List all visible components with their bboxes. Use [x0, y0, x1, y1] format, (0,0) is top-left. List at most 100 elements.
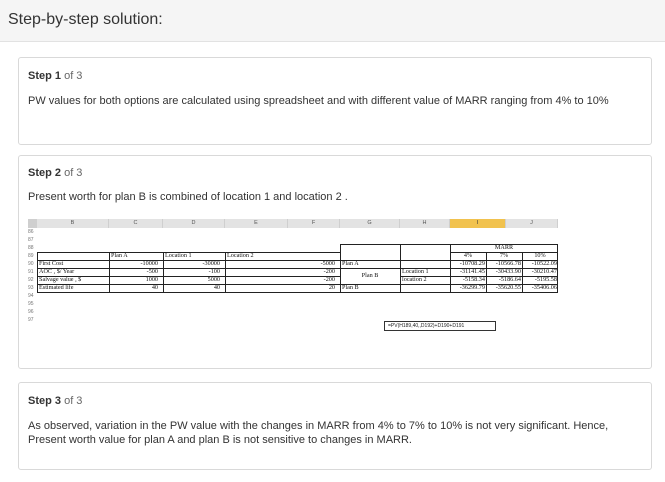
grid-line	[37, 268, 340, 269]
value-cell: -200	[323, 276, 335, 283]
step-count: of 3	[64, 395, 83, 407]
value-cell: -5000	[320, 260, 335, 267]
column-header: G	[340, 219, 400, 228]
value-cell: -30433.90	[495, 268, 521, 275]
column-header: F	[288, 219, 340, 228]
row-label: Location 1	[402, 268, 429, 275]
row-header: 92	[28, 277, 34, 283]
value-cell: -10000	[140, 260, 158, 267]
step-text: As observed, variation in the PW value w…	[28, 420, 609, 446]
step-title: Step 3 of 3	[28, 395, 82, 407]
grid-line	[486, 252, 487, 292]
column-header: H	[400, 219, 450, 228]
value-cell: -31141.45	[459, 268, 485, 275]
column-header: I	[450, 219, 506, 228]
step-text: PW values for both options are calculate…	[28, 95, 609, 107]
grid-line	[109, 252, 110, 292]
value-cell: -30210.47	[531, 268, 557, 275]
step-count: of 3	[64, 167, 83, 179]
row-label: Salvage value , $	[39, 276, 82, 283]
value-cell: -500	[146, 268, 158, 275]
value-cell: -10566.78	[495, 260, 521, 267]
row-label: First Cost	[39, 260, 64, 267]
grid-line	[400, 276, 558, 277]
value-cell: -5186.64	[498, 276, 521, 283]
row-label: Estimated life	[39, 284, 74, 291]
row-label: Plan B	[342, 284, 359, 291]
column-header: D	[163, 219, 225, 228]
grid-line	[37, 284, 340, 285]
value-cell: -35406.06	[531, 284, 557, 291]
grid-line	[340, 292, 558, 293]
value-cell: -5158.34	[462, 276, 485, 283]
grid-line	[340, 260, 558, 261]
step-text: Present worth for plan B is combined of …	[28, 191, 348, 203]
rate-header: 7%	[499, 252, 509, 259]
column-header: J	[506, 219, 558, 228]
step-card-1: Step 1 of 3 PW values for both options a…	[18, 57, 652, 145]
grid-line	[37, 260, 340, 261]
value-cell: -200	[323, 268, 335, 275]
page-title: Step-by-step solution:	[8, 11, 163, 28]
row-header: 90	[28, 261, 34, 267]
column-header: C	[109, 219, 163, 228]
column-header: B	[37, 219, 109, 228]
marr-label: MARR	[494, 244, 514, 251]
row-label: Plan B	[361, 272, 379, 279]
grid-line	[340, 268, 558, 269]
grid-line	[340, 284, 558, 285]
row-header: 97	[28, 317, 34, 323]
value-cell: -35620.55	[495, 284, 521, 291]
value-cell: 20	[328, 284, 335, 291]
table-header-cell: Plan A	[111, 252, 128, 259]
value-cell: 5000	[207, 276, 220, 283]
step-title: Step 2 of 3	[28, 167, 82, 179]
rate-header: 4%	[463, 252, 473, 259]
row-header: 87	[28, 237, 34, 243]
grid-line	[37, 252, 38, 292]
row-label: Plan A	[342, 260, 359, 267]
grid-line	[37, 292, 340, 293]
rate-header: 10%	[534, 252, 546, 259]
row-header: 86	[28, 229, 34, 235]
spreadsheet-image: B C D E F G H I J 86 87 88 89 90 91 92 93 94 95 96 97 Plan A L…	[28, 219, 558, 342]
step-title: Step 1 of 3	[28, 70, 82, 82]
row-header: 95	[28, 301, 34, 307]
grid-line	[340, 244, 558, 245]
value-cell: -5195.58	[534, 276, 557, 283]
value-cell: -100	[208, 268, 220, 275]
solution-header: Step-by-step solution:	[0, 0, 665, 42]
row-header: 94	[28, 293, 34, 299]
grid-line	[225, 252, 226, 292]
grid-line	[37, 276, 340, 277]
value-cell: 1000	[145, 276, 158, 283]
value-cell: -30000	[202, 260, 220, 267]
sheet-corner	[28, 219, 37, 228]
value-cell: -36299.79	[459, 284, 485, 291]
step-card-3: Step 3 of 3 As observed, variation in th…	[18, 382, 652, 470]
value-cell: 40	[213, 284, 220, 291]
value-cell: 40	[151, 284, 158, 291]
grid-line	[522, 252, 523, 292]
row-header: 91	[28, 269, 34, 275]
formula-box: =PV(H189,40,,D192)+D190+D191	[384, 321, 496, 331]
grid-line	[37, 252, 340, 253]
row-header: 93	[28, 285, 34, 291]
row-header: 88	[28, 245, 34, 251]
row-header: 96	[28, 309, 34, 315]
value-cell: -10522.09	[531, 260, 557, 267]
row-label: location 2	[402, 276, 427, 283]
step-label: Step 1	[28, 70, 62, 82]
value-cell: -10708.29	[459, 260, 485, 267]
step-card-2: Step 2 of 3 Present worth for plan B is …	[18, 155, 652, 369]
row-label: AOC , $/ Year	[39, 268, 75, 275]
step-count: of 3	[64, 70, 83, 82]
step-label: Step 2	[28, 167, 62, 179]
column-header: E	[225, 219, 288, 228]
table-header-cell: Location 1	[165, 252, 192, 259]
step-label: Step 3	[28, 395, 62, 407]
table-header-cell: Location 2	[227, 252, 254, 259]
grid-line	[163, 252, 164, 292]
row-header: 89	[28, 253, 34, 259]
grid-line	[450, 252, 558, 253]
